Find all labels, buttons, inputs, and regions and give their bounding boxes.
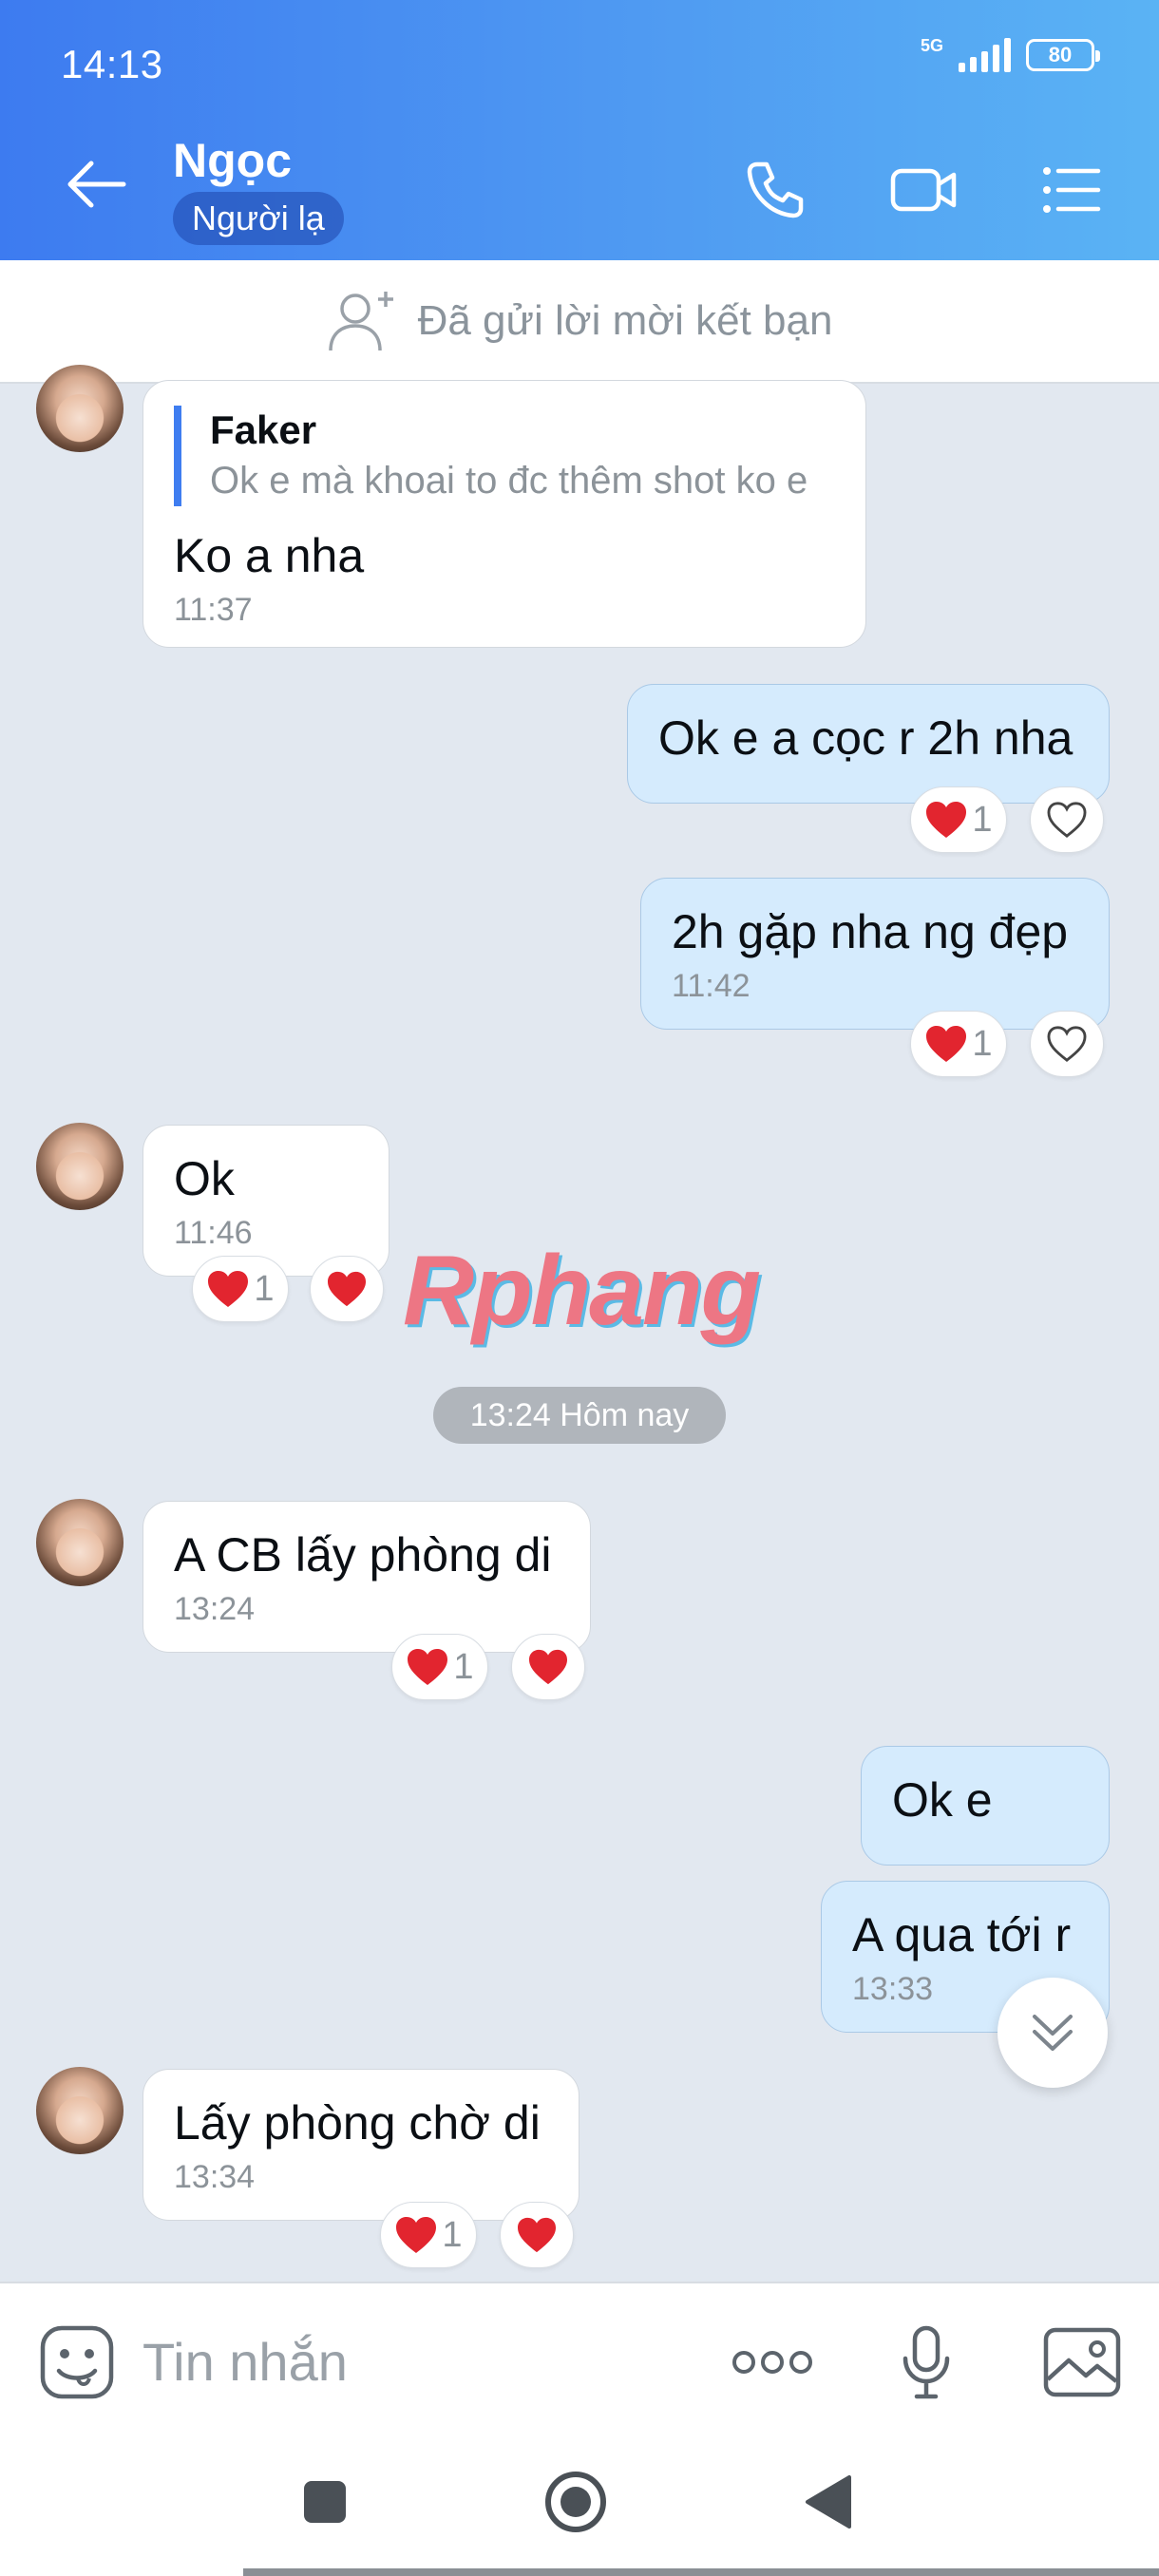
menu-button[interactable] — [1036, 154, 1108, 226]
image-picker-button[interactable] — [1039, 2320, 1125, 2405]
heart-icon — [926, 1026, 967, 1062]
message-text: Lấy phòng chờ di — [174, 2096, 541, 2150]
reaction-summary[interactable]: 1 — [391, 1634, 488, 1700]
stranger-badge: Người lạ — [173, 192, 344, 245]
gesture-bar — [243, 2568, 1159, 2576]
reaction-summary[interactable]: 1 — [380, 2202, 477, 2268]
message-bubble-outgoing[interactable]: Ok e a cọc r 2h nha — [627, 684, 1110, 804]
message-text: A CB lấy phòng di — [174, 1528, 552, 1582]
reaction-count: 1 — [453, 1646, 474, 1687]
triangle-back-icon — [806, 2475, 851, 2529]
back-button[interactable] — [63, 156, 129, 213]
friend-request-bar: Đã gửi lời mời kết bạn — [0, 260, 1159, 384]
react-button[interactable] — [500, 2202, 574, 2268]
date-divider: 13:24 Hôm nay — [433, 1387, 726, 1444]
message-time: 13:34 — [174, 2159, 256, 2195]
react-button[interactable] — [1030, 786, 1104, 853]
reaction-count: 1 — [972, 1023, 993, 1064]
network-type: 5G — [920, 36, 943, 55]
reaction-summary[interactable]: 1 — [192, 1256, 289, 1322]
image-icon — [1043, 2327, 1121, 2397]
battery-level: 80 — [1048, 43, 1073, 66]
more-icon — [732, 2351, 812, 2374]
microphone-icon — [902, 2325, 950, 2399]
message-input[interactable] — [142, 2323, 674, 2399]
avatar[interactable] — [36, 1123, 124, 1210]
reaction-summary[interactable]: 1 — [910, 1011, 1007, 1077]
message-bubble-incoming[interactable]: Ok 11:46 — [142, 1125, 390, 1277]
quote-author: Faker — [210, 407, 317, 452]
heart-icon — [518, 2217, 556, 2253]
sticker-icon — [40, 2325, 114, 2399]
more-button[interactable] — [730, 2320, 815, 2405]
avatar[interactable] — [36, 365, 124, 452]
message-text: A qua tới r — [852, 1908, 1072, 1961]
heart-icon — [926, 802, 967, 838]
home-button[interactable] — [536, 2462, 616, 2542]
react-button[interactable] — [1030, 1011, 1104, 1077]
message-bubble-outgoing[interactable]: Ok e — [861, 1746, 1110, 1866]
message-composer — [0, 2282, 1159, 2437]
message-bubble-incoming[interactable]: Lấy phòng chờ di 13:34 — [142, 2069, 580, 2221]
message-text: Ok e — [892, 1773, 993, 1827]
square-icon — [304, 2481, 346, 2523]
message-time: 11:42 — [672, 968, 750, 1004]
video-call-icon — [890, 168, 957, 212]
heart-icon — [408, 1649, 448, 1685]
heart-icon — [328, 1271, 366, 1307]
message-bubble-incoming[interactable]: A CB lấy phòng di 13:24 — [142, 1501, 591, 1653]
avatar[interactable] — [36, 2067, 124, 2154]
reaction-count: 1 — [442, 2214, 463, 2255]
reaction-summary[interactable]: 1 — [910, 786, 1007, 853]
message-time: 13:24 — [174, 1591, 256, 1627]
friend-request-text: Đã gửi lời mời kết bạn — [417, 297, 833, 344]
message-bubble-outgoing[interactable]: 2h gặp nha ng đẹp 11:42 — [640, 878, 1110, 1030]
scroll-to-bottom-button[interactable] — [998, 1978, 1108, 2088]
heart-outline-icon — [1047, 1026, 1087, 1062]
message-time: 11:46 — [174, 1215, 253, 1251]
quoted-message[interactable]: Faker Ok e mà khoai to đc thêm shot ko e — [174, 406, 835, 506]
status-time: 14:13 — [61, 42, 163, 86]
message-text: Ok — [174, 1152, 235, 1205]
message-text: 2h gặp nha ng đẹp — [672, 905, 1069, 958]
heart-icon — [529, 1649, 567, 1685]
reaction-count: 1 — [254, 1268, 275, 1309]
chat-header: 14:13 5G 80 Ngọc Người lạ — [0, 0, 1159, 260]
circle-icon — [545, 2472, 606, 2532]
heart-outline-icon — [1047, 802, 1087, 838]
back-arrow-icon — [67, 161, 126, 208]
battery-icon: 80 — [1026, 39, 1100, 71]
phone-icon — [747, 161, 804, 218]
watermark-logo: Rphang — [403, 1236, 761, 1346]
react-button[interactable] — [511, 1634, 585, 1700]
avatar[interactable] — [36, 1499, 124, 1586]
message-text: Ok e a cọc r 2h nha — [658, 711, 1074, 765]
reaction-count: 1 — [972, 799, 993, 840]
sticker-button[interactable] — [34, 2320, 120, 2405]
voice-message-button[interactable] — [884, 2320, 969, 2405]
react-button[interactable] — [310, 1256, 384, 1322]
message-text: Ko a nha — [174, 529, 365, 582]
heart-icon — [396, 2217, 437, 2253]
voice-call-button[interactable] — [739, 154, 811, 226]
heart-icon — [208, 1271, 249, 1307]
quote-text: Ok e mà khoai to đc thêm shot ko e — [210, 460, 808, 502]
back-nav-button[interactable] — [788, 2462, 868, 2542]
add-friend-icon — [328, 292, 393, 351]
system-navigation-bar — [0, 2437, 1159, 2576]
chevron-double-down-icon — [1033, 2015, 1073, 2051]
video-call-button[interactable] — [887, 154, 960, 226]
message-bubble-incoming[interactable]: Faker Ok e mà khoai to đc thêm shot ko e… — [142, 380, 866, 648]
message-time: 11:37 — [174, 592, 253, 628]
signal-icon — [959, 38, 1011, 72]
status-indicators: 5G 80 — [920, 36, 1100, 72]
menu-list-icon — [1043, 167, 1101, 213]
recent-apps-button[interactable] — [285, 2462, 365, 2542]
contact-name[interactable]: Ngọc — [173, 133, 292, 188]
